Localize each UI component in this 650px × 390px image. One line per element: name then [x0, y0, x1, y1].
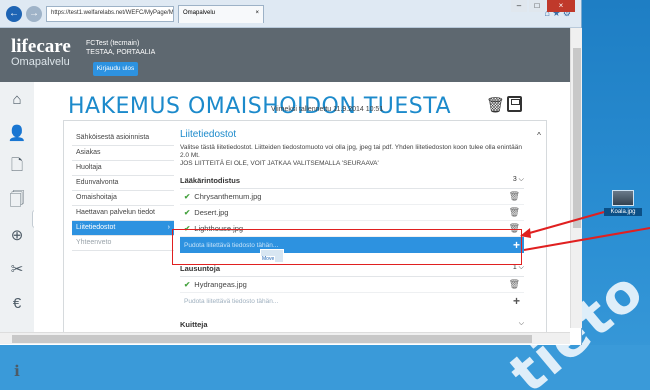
- annotation-arrow: [520, 211, 650, 251]
